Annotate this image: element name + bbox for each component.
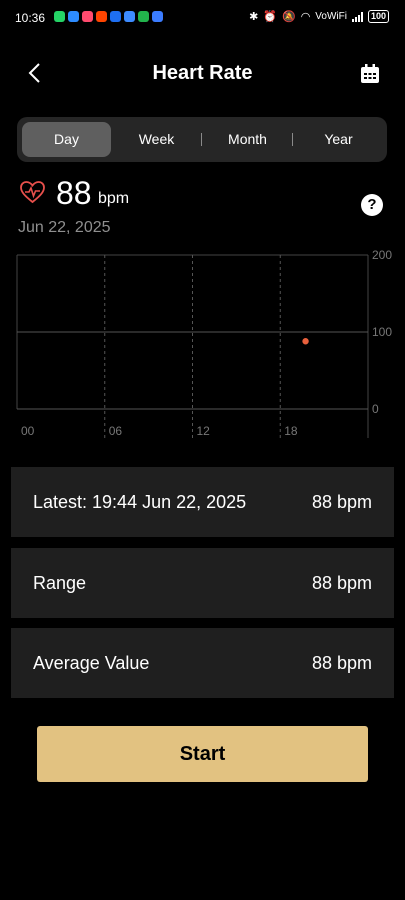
signal-icon [351,11,363,22]
tab-week[interactable]: Week [112,122,201,157]
calendar-icon [361,64,379,83]
jio-icon [110,11,121,22]
x-tick-label: 06 [109,424,123,438]
y-tick-label: 100 [372,325,392,339]
tab-year[interactable]: Year [294,122,383,157]
start-button[interactable]: Start [37,726,368,782]
range-label: Range [33,573,87,593]
latest-value: 88 bpm [311,492,372,512]
app-icon [152,11,163,22]
data-point [302,338,309,345]
x-tick-label: 18 [284,424,298,438]
y-tick-label: 0 [372,402,379,416]
average-card: Average Value 88 bpm [11,628,394,698]
wifi-icon: ◠ [300,10,311,23]
latest-card: Latest: 19:44 Jun 22, 2025 88 bpm [11,467,394,537]
app-icon [138,11,149,22]
help-icon[interactable]: ? [361,194,383,216]
app-icon [82,11,93,22]
tab-divider [292,133,293,146]
reddit-icon [96,11,107,22]
y-tick-label: 200 [372,248,392,262]
battery-icon: 100 [367,10,389,23]
notification-icons [54,11,163,22]
status-bar: 10:36 ✱ ⏰ 🔕 ◠ VoWiFi 100 [0,0,405,34]
x-tick-label: 00 [21,424,35,438]
calendar-button[interactable] [358,62,382,86]
whatsapp-icon [54,11,65,22]
average-value: 88 bpm [311,653,372,673]
average-label: Average Value [33,653,150,673]
system-icons: ✱ ⏰ 🔕 ◠ VoWiFi 100 [249,10,389,23]
youtube-icon [68,11,79,22]
tab-day[interactable]: Day [22,122,111,157]
tab-month[interactable]: Month [203,122,292,157]
latest-label: Latest: 19:44 Jun 22, 2025 [33,492,247,512]
header: Heart Rate [0,52,405,96]
vowifi-label: VoWiFi [315,11,347,22]
period-tabs: Day Week Month Year [17,117,387,162]
mute-icon: 🔕 [281,10,296,23]
alarm-icon: ⏰ [263,10,277,23]
bluetooth-icon: ✱ [249,10,259,23]
range-card: Range 88 bpm [11,548,394,618]
range-value: 88 bpm [311,573,372,593]
page-title: Heart Rate [152,62,253,84]
x-tick-label: 12 [197,424,211,438]
mail-icon [124,11,135,22]
heart-rate-unit: bpm [98,190,130,207]
heart-rate-value: 88 [56,175,92,211]
heart-rate-icon [20,181,45,204]
tab-divider [201,133,202,146]
heart-rate-chart: 200100000 06 12 18 [16,248,392,438]
status-time: 10:36 [15,11,46,25]
selected-date: Jun 22, 2025 [18,219,111,236]
